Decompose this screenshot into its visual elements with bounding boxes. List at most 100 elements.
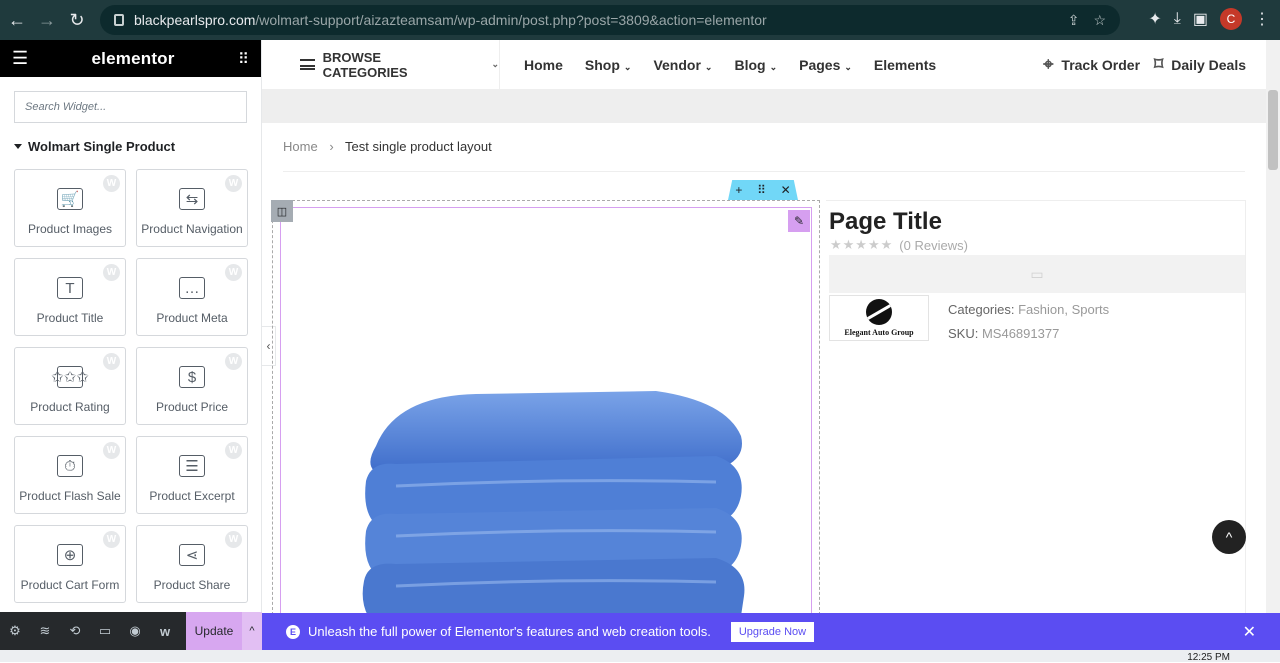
widget-product-flash-sale[interactable]: W ⏱ Product Flash Sale	[14, 436, 126, 514]
product-placeholder-box: ▭	[829, 255, 1245, 293]
profile-avatar[interactable]: C	[1220, 8, 1242, 30]
page-scrollbar[interactable]	[1266, 40, 1280, 613]
menu-item-vendor[interactable]: Vendor ⌄	[653, 57, 712, 73]
widget-product-share[interactable]: W ⋖ Product Share	[136, 525, 248, 603]
column-layout-icon[interactable]: ◫	[271, 200, 293, 222]
elementor-panel: ☰ elementor ⠿ Search Widget... Wolmart S…	[0, 40, 262, 612]
chevron-down-icon: ⌄	[623, 61, 632, 72]
site-header: BROWSE CATEGORIES ⌄ Home Shop ⌄ Vendor ⌄ B…	[262, 39, 1266, 90]
menu-item-shop[interactable]: Shop ⌄	[585, 57, 632, 73]
widget-product-navigation[interactable]: W ⇆ Product Navigation	[136, 169, 248, 247]
chevron-down-icon: ⌄	[844, 61, 852, 72]
edit-widget-pencil-icon[interactable]: ✎	[788, 210, 810, 232]
caret-down-icon	[14, 144, 22, 149]
elementor-notice-bar: E Unleash the full power of Elementor's …	[262, 613, 1280, 650]
back-icon[interactable]: ←	[4, 7, 30, 33]
review-count-link[interactable]: (0 Reviews)	[899, 238, 968, 253]
widget-product-meta[interactable]: W … Product Meta	[136, 258, 248, 336]
document-icon: ☰	[179, 455, 205, 477]
share-page-icon[interactable]: ⇪	[1068, 12, 1080, 29]
sidebar-icon[interactable]: ▣	[1193, 9, 1208, 29]
widget-label: Product Rating	[30, 400, 110, 414]
os-taskbar: 12:25 PM	[0, 650, 1280, 663]
extensions-icon[interactable]: ✦	[1148, 9, 1161, 29]
header-right: ⌖ Track Order ⌑ Daily Deals	[1043, 54, 1246, 75]
drag-handle-icon[interactable]: ⠿	[757, 183, 766, 197]
scroll-to-top-button[interactable]: ^	[1212, 520, 1246, 554]
widget-product-excerpt[interactable]: W ☰ Product Excerpt	[136, 436, 248, 514]
product-image	[362, 391, 745, 616]
breadcrumb: Home › Test single product layout	[283, 139, 492, 154]
sku-label: SKU:	[948, 326, 979, 341]
widget-product-images[interactable]: W 🛒 Product Images	[14, 169, 126, 247]
download-icon[interactable]: ⤓	[1174, 10, 1181, 28]
widget-product-cart-form[interactable]: W ⊕ Product Cart Form	[14, 525, 126, 603]
daily-deals-link[interactable]: ⌑ Daily Deals	[1154, 54, 1246, 75]
category-list-icon	[300, 59, 315, 70]
product-title: Page Title	[829, 208, 942, 235]
menu-item-blog[interactable]: Blog ⌄	[734, 57, 777, 73]
upgrade-now-button[interactable]: Upgrade Now	[730, 621, 815, 642]
close-icon[interactable]: ✕	[781, 183, 791, 197]
preview-eye-icon[interactable]: ◉	[120, 612, 150, 650]
product-rating: ★★★★★ (0 Reviews)	[830, 237, 968, 253]
widget-category-title[interactable]: Wolmart Single Product	[14, 139, 261, 154]
wolmart-badge-icon: W	[225, 175, 242, 192]
page-banner	[262, 90, 1266, 123]
wolmart-badge-icon: W	[103, 353, 120, 370]
bookmark-star-icon[interactable]: ☆	[1093, 12, 1106, 29]
widget-label: Product Title	[36, 311, 104, 325]
chat-dots-icon: …	[179, 277, 205, 299]
history-icon[interactable]: ⟲	[60, 612, 90, 650]
browser-menu-icon[interactable]: ⋮	[1254, 9, 1270, 29]
reload-icon[interactable]: ↻	[64, 7, 90, 33]
navigator-layers-icon[interactable]: ≋	[30, 612, 60, 650]
widget-product-price[interactable]: W $ Product Price	[136, 347, 248, 425]
scrollbar-thumb[interactable]	[1268, 90, 1278, 170]
widget-label: Product Flash Sale	[19, 489, 121, 503]
brand-logo[interactable]: Elegant Auto Group	[829, 295, 929, 341]
widget-label: Product Cart Form	[20, 578, 120, 592]
menu-item-elements[interactable]: Elements	[874, 57, 936, 73]
widget-product-title[interactable]: W T Product Title	[14, 258, 126, 336]
menu-label: Shop	[584, 56, 620, 73]
rating-stars-icon: ✩✩✩	[51, 366, 89, 388]
search-widget-input[interactable]: Search Widget...	[14, 91, 247, 123]
url-path: /wolmart-support/aizazteamsam/wp-admin/p…	[255, 12, 767, 28]
track-order-link[interactable]: ⌖ Track Order	[1043, 54, 1140, 75]
widget-product-rating[interactable]: W ✩✩✩ Product Rating	[14, 347, 126, 425]
wolmart-w-icon[interactable]: w	[150, 612, 180, 650]
settings-gear-icon[interactable]: ⚙	[0, 612, 30, 650]
update-button[interactable]: Update	[186, 612, 242, 650]
browse-categories-dropdown[interactable]: BROWSE CATEGORIES ⌄	[300, 39, 500, 90]
widgets-grid-icon[interactable]: ⠿	[238, 50, 249, 68]
chevron-right-icon: ›	[329, 139, 334, 154]
responsive-mode-icon[interactable]: ▭	[90, 612, 120, 650]
categories-row: Categories: Fashion, Sports	[948, 298, 1109, 322]
close-icon[interactable]: ✕	[1243, 622, 1256, 642]
categories-label: Categories:	[948, 302, 1015, 317]
address-bar[interactable]: blackpearlspro.com/wolmart-support/aizaz…	[100, 5, 1120, 35]
menu-label: Blog	[734, 56, 766, 73]
share-icon: ⋖	[179, 544, 205, 566]
update-options-chevron-icon[interactable]: ^	[242, 612, 262, 650]
rating-stars-icon: ★★★★★	[830, 237, 894, 252]
text-title-icon: T	[57, 277, 83, 299]
forward-icon[interactable]: →	[34, 7, 60, 33]
lock-icon	[114, 14, 124, 26]
menu-item-pages[interactable]: Pages ⌄	[799, 57, 852, 73]
breadcrumb-home[interactable]: Home	[283, 139, 318, 154]
menu-label: Elements	[873, 56, 937, 73]
wolmart-badge-icon: W	[103, 531, 120, 548]
hamburger-icon[interactable]: ☰	[12, 48, 28, 69]
section-handle[interactable]: + ⠿ ✕	[728, 180, 798, 200]
categories-links[interactable]: Fashion, Sports	[1018, 302, 1109, 317]
panel-footer: ⚙ ≋ ⟲ ▭ ◉ w Update ^	[0, 612, 262, 650]
product-images-widget[interactable]	[280, 207, 812, 627]
browser-toolbar: ← → ↻ blackpearlspro.com/wolmart-support…	[0, 0, 1280, 40]
add-section-icon[interactable]: +	[735, 183, 742, 197]
menu-item-home[interactable]: Home	[524, 57, 563, 73]
placeholder-icon: ▭	[1030, 265, 1044, 282]
widget-label: Product Price	[155, 400, 229, 414]
elementor-logo: elementor	[91, 48, 175, 68]
